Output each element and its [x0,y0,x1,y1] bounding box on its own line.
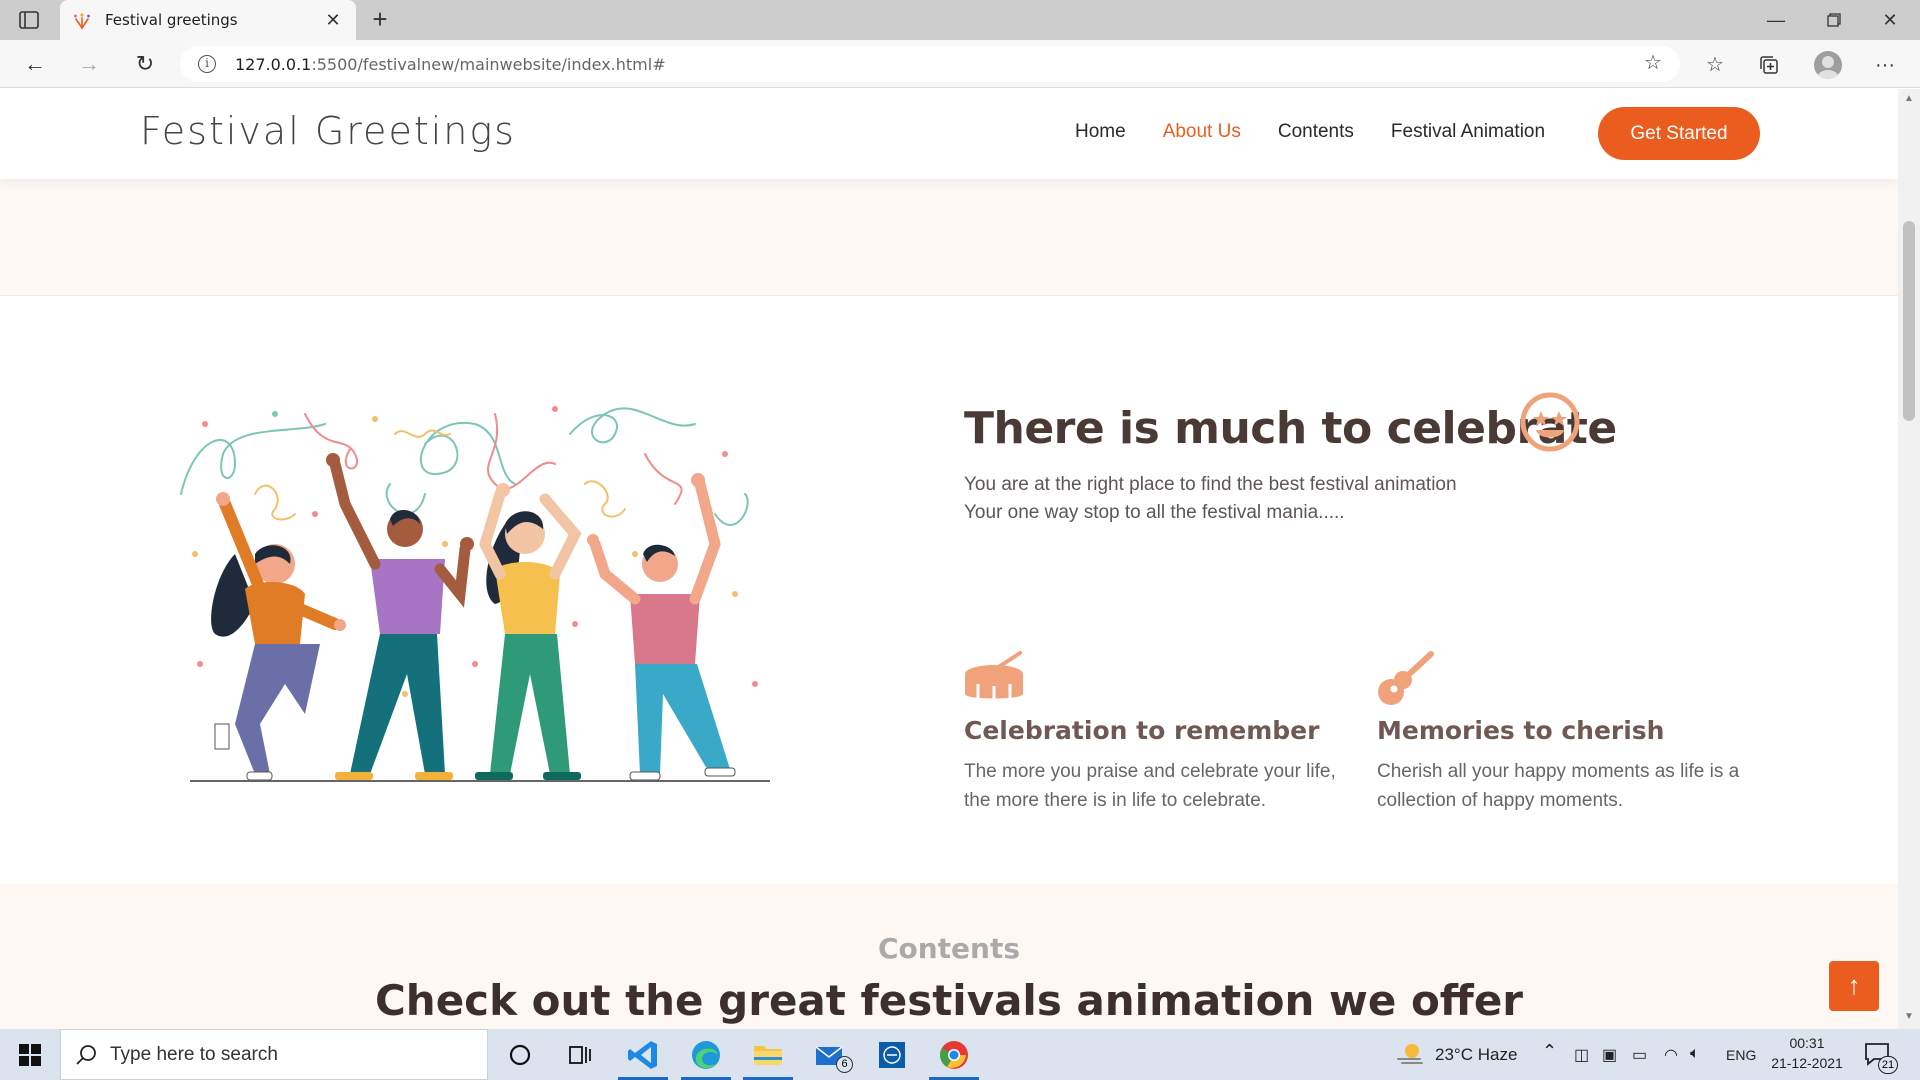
edge-icon[interactable] [688,1037,724,1073]
nav-contents[interactable]: Contents [1278,121,1354,143]
taskbar: Type here to search 6 23°C Haze ⌃ ◫ ▣ ▭ … [0,1029,1920,1080]
wifi-icon[interactable]: ◠ [1664,1045,1678,1065]
about-subtitle-line-1: You are at the right place to find the b… [964,474,1457,495]
about-subtitle: You are at the right place to find the b… [964,471,1457,527]
site-header: Festival Greetings Home About Us Content… [0,89,1898,179]
contents-section: Contents Check out the great festivals a… [0,884,1898,1029]
clock[interactable]: 00:31 21-12-2021 [1770,1033,1844,1073]
feature-title: Memories to cherish [1377,716,1665,745]
nav-festival-animation[interactable]: Festival Animation [1391,121,1545,143]
feature-text: Cherish all your happy moments as life i… [1377,761,1740,811]
about-section: There is much to celebrate You are at th… [0,296,1898,884]
page-scrollbar[interactable]: ▲ ▼ [1898,89,1920,1029]
weather-haze-icon[interactable] [1394,1037,1430,1073]
nav-about-us[interactable]: About Us [1163,121,1241,143]
contents-section-label: Contents [877,932,1021,965]
vscode-icon[interactable] [625,1037,661,1073]
dell-support-icon[interactable] [874,1037,910,1073]
about-subtitle-line-2: Your one way stop to all the festival ma… [964,502,1345,523]
start-button[interactable] [0,1029,60,1080]
language-indicator[interactable]: ENG [1726,1047,1756,1063]
browser-tab-bar: Festival greetings ✕ + — ✕ [0,0,1920,40]
mail-icon[interactable]: 6 [812,1037,853,1073]
clock-time: 00:31 [1789,1035,1825,1051]
page-viewport: Festival Greetings Home About Us Content… [0,89,1898,1029]
favorites-icon[interactable]: ☆ [1702,52,1728,78]
volume-icon[interactable]: 🔈︎ [1690,1045,1700,1063]
restore-icon[interactable] [1814,5,1854,35]
show-hidden-icons[interactable]: ⌃ [1542,1041,1557,1062]
notification-badge: 21 [1878,1056,1898,1074]
guitar-icon [1378,651,1434,705]
feature-text: The more you praise and celebrate your l… [964,761,1336,811]
contents-section-heading: Check out the great festivals animation … [374,976,1524,1025]
search-icon [76,1045,96,1065]
tab-title: Festival greetings [105,11,238,29]
browser-tab[interactable]: Festival greetings ✕ [60,0,356,40]
site-logo[interactable]: Festival Greetings [140,109,516,153]
battery-icon[interactable]: ▭ [1632,1045,1647,1065]
weather-text[interactable]: 23°C Haze [1435,1045,1517,1065]
profile-avatar[interactable] [1814,51,1842,79]
back-to-top-button[interactable]: ↑ [1829,961,1879,1011]
dancing-people-illustration [180,406,770,782]
minimize-icon[interactable]: — [1756,5,1796,35]
drum-icon [965,651,1023,700]
more-options-icon[interactable]: ··· [1872,52,1898,78]
forward-icon[interactable]: → [74,50,104,80]
nav-home[interactable]: Home [1075,121,1126,143]
scrollbar-thumb[interactable] [1903,221,1915,421]
onedrive-sync-icon[interactable]: ▣ [1602,1045,1617,1065]
get-started-button[interactable]: Get Started [1598,107,1760,160]
new-tab-icon[interactable]: + [366,6,394,34]
feature-title: Celebration to remember [964,716,1320,745]
chrome-icon[interactable] [936,1037,972,1073]
hero-section [0,179,1898,296]
windows-logo-icon [19,1044,41,1066]
refresh-icon[interactable]: ↻ [130,50,160,80]
close-window-icon[interactable]: ✕ [1870,5,1910,35]
clock-date: 21-12-2021 [1771,1055,1843,1071]
about-title: There is much to celebrate [964,403,1617,454]
cortana-icon[interactable] [502,1037,538,1073]
browser-toolbar: ← → ↻ i 127.0.0.1:5500/festivalnew/mainw… [0,40,1920,88]
scroll-up-icon[interactable]: ▲ [1903,93,1915,105]
search-placeholder: Type here to search [110,1044,278,1065]
url-text[interactable]: 127.0.0.1:5500/festivalnew/mainwebsite/i… [235,55,666,74]
close-tab-icon[interactable]: ✕ [322,9,344,31]
main-nav: Home About Us Contents Festival Animatio… [1075,121,1545,143]
site-info-icon[interactable]: i [198,55,216,73]
address-bar[interactable]: i 127.0.0.1:5500/festivalnew/mainwebsite… [180,46,1680,82]
tab-actions-icon[interactable] [16,8,42,32]
scroll-down-icon[interactable]: ▼ [1903,1011,1915,1023]
star-struck-smiley-icon [1520,392,1580,452]
firework-favicon-icon [74,13,90,29]
add-favorite-icon[interactable]: ☆ [1640,50,1666,76]
meet-now-icon[interactable]: ◫ [1574,1045,1589,1065]
task-view-icon[interactable] [562,1037,598,1073]
taskbar-search[interactable]: Type here to search [60,1029,488,1080]
collections-icon[interactable] [1756,52,1782,78]
back-icon[interactable]: ← [20,50,50,80]
notification-center-icon[interactable]: 21 [1862,1039,1898,1075]
mail-badge: 6 [836,1056,853,1073]
file-explorer-icon[interactable] [750,1037,786,1073]
